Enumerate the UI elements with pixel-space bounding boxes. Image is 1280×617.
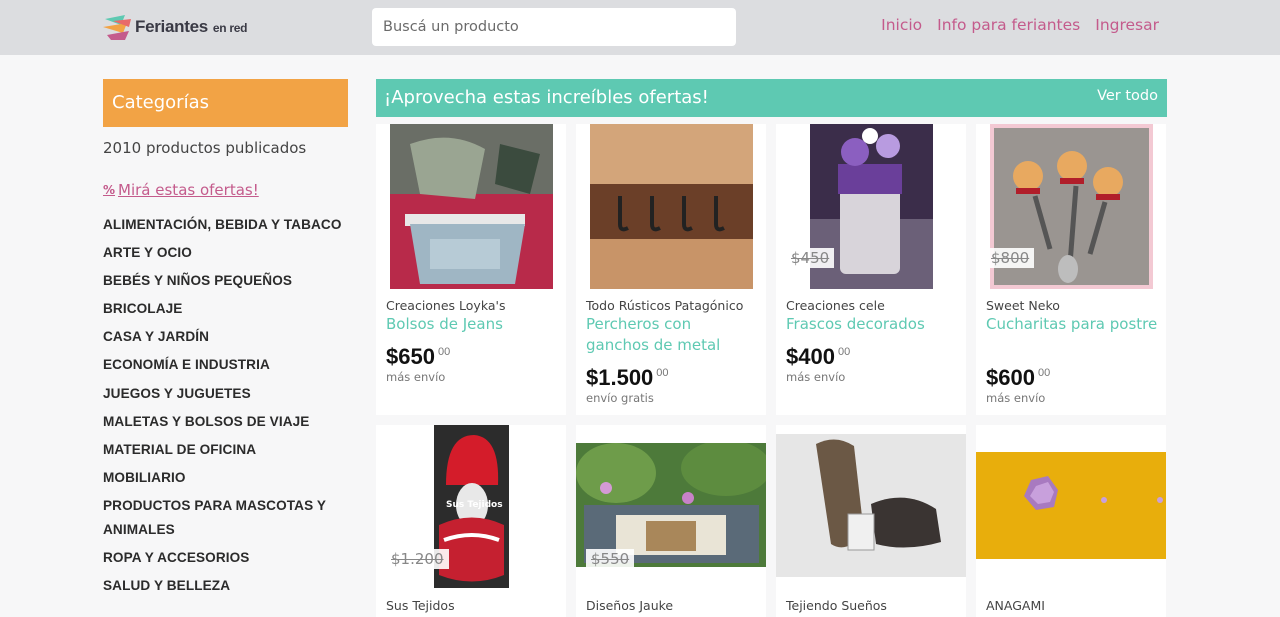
- category-item[interactable]: CASA Y JARDÍN: [103, 325, 348, 349]
- old-price: $1.200: [386, 549, 449, 569]
- shipping-info: envío gratis: [586, 391, 654, 405]
- product-seller: Tejiendo Sueños: [786, 598, 887, 613]
- product-card[interactable]: Sus Tejidos $1.200 Sus Tejidos: [376, 425, 566, 617]
- product-price: $1.500 00: [586, 365, 669, 390]
- site-logo[interactable]: Feriantes en red: [103, 12, 247, 42]
- category-item[interactable]: MATERIAL DE OFICINA: [103, 438, 348, 462]
- product-image[interactable]: [576, 124, 766, 289]
- product-card[interactable]: Todo Rústicos Patagónico Percheros con g…: [576, 124, 766, 415]
- shipping-info: más envío: [786, 370, 846, 384]
- product-name[interactable]: Frascos decorados: [786, 314, 958, 335]
- product-seller: Creaciones cele: [786, 298, 885, 313]
- shipping-info: más envío: [386, 370, 446, 384]
- category-item[interactable]: ALIMENTACIÓN, BEBIDA Y TABACO: [103, 213, 348, 237]
- nav-link-inicio[interactable]: Inicio: [881, 16, 922, 34]
- product-count: 2010 productos publicados: [103, 139, 307, 157]
- category-item[interactable]: ROPA Y ACCESORIOS: [103, 546, 348, 570]
- product-card[interactable]: $450 Creaciones cele Frascos decorados $…: [776, 124, 966, 415]
- category-item[interactable]: PRODUCTOS PARA MASCOTAS Y ANIMALES: [103, 494, 348, 542]
- product-card[interactable]: ANAGAMI: [976, 425, 1166, 617]
- product-card[interactable]: $550 Diseños Jauke: [576, 425, 766, 617]
- search-input[interactable]: [372, 8, 736, 46]
- top-header: Feriantes en red Inicio Info para feriant…: [0, 0, 1280, 55]
- logo-main-text: Feriantes: [135, 17, 208, 36]
- offers-banner-title: ¡Aprovecha estas increíbles ofertas!: [384, 87, 709, 108]
- offers-link-label: Mirá estas ofertas!: [118, 181, 259, 199]
- logo-small-text: en red: [212, 21, 248, 35]
- product-card[interactable]: $800 Sweet Neko Cucharitas para postre $…: [976, 124, 1166, 415]
- product-image[interactable]: [976, 425, 1166, 590]
- category-item[interactable]: SALUD Y BELLEZA: [103, 574, 348, 598]
- main-nav: Inicio Info para feriantes Ingresar: [881, 16, 1159, 34]
- category-item[interactable]: BRICOLAJE: [103, 297, 348, 321]
- product-card[interactable]: Creaciones Loyka's Bolsos de Jeans $650 0…: [376, 124, 566, 415]
- offers-link[interactable]: % Mirá estas ofertas!: [103, 181, 259, 199]
- shipping-info: más envío: [986, 391, 1046, 405]
- product-price: $400 00: [786, 344, 851, 369]
- nav-link-info-feriantes[interactable]: Info para feriantes: [937, 16, 1080, 34]
- category-item[interactable]: BEBÉS Y NIÑOS PEQUEÑOS: [103, 269, 348, 293]
- category-item[interactable]: MALETAS Y BOLSOS DE VIAJE: [103, 410, 348, 434]
- offers-banner: ¡Aprovecha estas increíbles ofertas! Ver…: [376, 79, 1167, 117]
- product-seller: Todo Rústicos Patagónico: [586, 298, 744, 313]
- product-seller: Creaciones Loyka's: [386, 298, 506, 313]
- product-card[interactable]: Tejiendo Sueños: [776, 425, 966, 617]
- percent-icon: %: [103, 183, 116, 197]
- nav-link-ingresar[interactable]: Ingresar: [1095, 16, 1159, 34]
- old-price: $450: [786, 248, 835, 268]
- image-watermark-text: Sus Tejidos: [446, 500, 503, 510]
- product-price: $650 00: [386, 344, 451, 369]
- product-image[interactable]: [776, 425, 966, 590]
- categories-heading: Categorías: [103, 79, 348, 127]
- old-price: $550: [586, 549, 635, 569]
- category-item[interactable]: MOBILIARIO: [103, 466, 348, 490]
- category-item[interactable]: ARTE Y OCIO: [103, 241, 348, 265]
- product-price: $600 00: [986, 365, 1051, 390]
- product-seller: ANAGAMI: [986, 598, 1045, 613]
- product-name[interactable]: Bolsos de Jeans: [386, 314, 558, 335]
- old-price: $800: [986, 248, 1035, 268]
- product-name[interactable]: Percheros con ganchos de metal: [586, 314, 758, 356]
- product-seller: Diseños Jauke: [586, 598, 674, 613]
- logo-icon: [103, 15, 131, 40]
- category-list: ALIMENTACIÓN, BEBIDA Y TABACO ARTE Y OCI…: [103, 213, 348, 602]
- product-image[interactable]: [376, 124, 566, 289]
- product-name[interactable]: Cucharitas para postre: [986, 314, 1158, 335]
- see-all-link[interactable]: Ver todo: [1097, 88, 1158, 104]
- product-seller: Sus Tejidos: [386, 598, 455, 613]
- category-item[interactable]: ECONOMÍA E INDUSTRIA: [103, 353, 348, 377]
- product-seller: Sweet Neko: [986, 298, 1060, 313]
- category-item[interactable]: JUEGOS Y JUGUETES: [103, 382, 348, 406]
